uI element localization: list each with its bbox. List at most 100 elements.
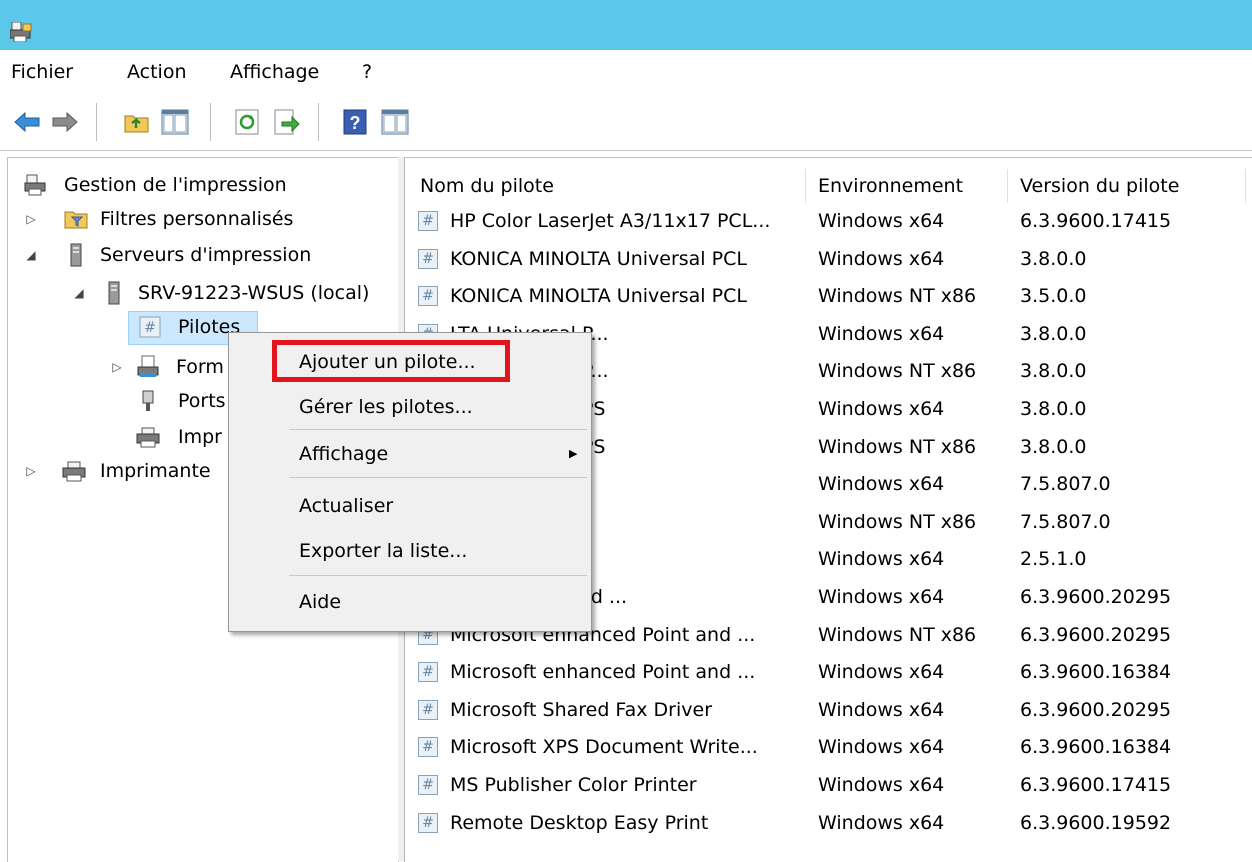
back-arrow-icon[interactable] <box>12 107 42 137</box>
table-row[interactable]: # KONICA MINOLTA Universal PCL Windows NT … <box>414 278 1244 315</box>
driver-name-cell: Microsoft XPS Document Write... <box>450 736 758 759</box>
expand-arrow-icon[interactable]: ▷ <box>24 202 38 236</box>
submenu-arrow-icon: ▶ <box>569 447 578 460</box>
driver-version-cell: 6.3.9600.19592 <box>1020 811 1172 834</box>
environment-cell: Windows NT x86 <box>818 435 977 458</box>
driver-version-cell: 6.3.9600.20295 <box>1020 586 1172 608</box>
expand-arrow-icon[interactable]: ▷ <box>110 350 124 384</box>
table-row[interactable]: # KONICA MINOLTA Universal PCL Windows x64… <box>414 241 1244 278</box>
tree-label: Impr <box>178 426 222 448</box>
tree-label: Serveurs d'impression <box>100 244 312 266</box>
driver-icon: # <box>418 248 438 269</box>
environment-cell: Windows x64 <box>818 811 945 834</box>
toolbar-separator <box>96 103 97 141</box>
environment-cell: Windows x64 <box>818 586 945 608</box>
menu-separator <box>289 429 587 430</box>
filter-folder-icon <box>64 211 88 229</box>
red-highlight-box <box>272 340 510 382</box>
driver-icon: # <box>418 286 438 307</box>
driver-name-cell: Microsoft enhanced Point and ... <box>450 661 756 684</box>
printer-icon <box>136 427 160 448</box>
driver-name-cell: KONICA MINOLTA Universal PCL <box>450 285 747 308</box>
driver-icon: # <box>418 775 438 795</box>
driver-version-cell: 7.5.807.0 <box>1020 473 1111 496</box>
export-list-icon[interactable] <box>272 107 302 137</box>
collapse-arrow-icon[interactable]: ◢ <box>24 238 38 272</box>
menu-item-view[interactable]: Affichage <box>299 437 388 471</box>
menu-item-manage-drivers[interactable]: Gérer les pilotes... <box>299 390 473 424</box>
environment-cell: Windows x64 <box>818 210 945 232</box>
port-icon <box>142 390 154 411</box>
column-header-driver-name[interactable]: Nom du pilote <box>410 169 806 203</box>
driver-name-cell: MS Publisher Color Printer <box>450 774 697 796</box>
refresh-icon[interactable] <box>232 107 262 137</box>
menu-item-export-list[interactable]: Exporter la liste... <box>299 534 467 568</box>
server-icon <box>108 281 120 305</box>
menu-action[interactable]: Action <box>127 58 187 86</box>
printer-icon <box>62 461 86 482</box>
environment-cell: Windows x64 <box>818 774 945 796</box>
svg-text:#: # <box>144 320 156 336</box>
environment-cell: Windows x64 <box>818 473 945 496</box>
menu-bar <box>0 50 1252 94</box>
environment-cell: Windows x64 <box>818 736 945 759</box>
up-folder-icon[interactable] <box>122 107 152 137</box>
driver-version-cell: 2.5.1.0 <box>1020 548 1087 571</box>
environment-cell: Windows x64 <box>818 548 945 571</box>
driver-version-cell: 3.5.0.0 <box>1020 285 1087 308</box>
menu-help[interactable]: ? <box>362 58 372 86</box>
collapse-arrow-icon[interactable]: ◢ <box>72 276 86 310</box>
toolbar-separator <box>318 103 319 141</box>
driver-name-cell: HP Color LaserJet A3/11x17 PCL... <box>450 210 771 232</box>
tree-label: Form <box>176 356 224 378</box>
driver-name-cell: Remote Desktop Easy Print <box>450 811 709 834</box>
menu-item-help[interactable]: Aide <box>299 585 341 619</box>
environment-cell: Windows x64 <box>818 661 945 684</box>
table-row[interactable]: # Microsoft Shared Fax Driver Windows x64 6… <box>414 692 1244 729</box>
environment-cell: Windows x64 <box>818 698 945 721</box>
print-management-icon <box>24 174 46 196</box>
table-row[interactable]: # Remote Desktop Easy Print Windows x64 6.3… <box>414 805 1244 842</box>
column-header-driver-version[interactable]: Version du pilote <box>1010 169 1246 203</box>
column-header-environment[interactable]: Environnement <box>808 169 1008 203</box>
driver-icon: # <box>139 316 161 338</box>
menu-separator <box>289 575 587 576</box>
menu-item-refresh[interactable]: Actualiser <box>299 489 393 523</box>
table-row[interactable]: # HP Color LaserJet A3/11x17 PCL... Window… <box>414 203 1244 240</box>
driver-version-cell: 6.3.9600.17415 <box>1020 210 1172 232</box>
forward-arrow-icon[interactable] <box>50 107 80 137</box>
driver-version-cell: 6.3.9600.20295 <box>1020 623 1172 646</box>
driver-version-cell: 3.8.0.0 <box>1020 435 1087 458</box>
environment-cell: Windows x64 <box>818 322 945 345</box>
driver-version-cell: 3.8.0.0 <box>1020 322 1087 345</box>
table-row[interactable]: # Microsoft enhanced Point and ... Windows… <box>414 654 1244 691</box>
table-row[interactable]: # MS Publisher Color Printer Windows x64 6.… <box>414 767 1244 804</box>
menu-separator <box>289 477 587 478</box>
tree-label: Imprimante <box>100 460 211 482</box>
driver-version-cell: 6.3.9600.17415 <box>1020 774 1172 796</box>
action-pane-icon[interactable] <box>380 107 410 137</box>
tree-label: Ports <box>178 390 226 412</box>
show-hide-tree-icon[interactable] <box>160 107 190 137</box>
tree-label: Gestion de l'impression <box>64 174 287 196</box>
title-bar <box>0 0 1252 50</box>
driver-version-cell: 6.3.9600.16384 <box>1020 736 1172 759</box>
environment-cell: Windows x64 <box>818 398 945 420</box>
driver-name-cell: KONICA MINOLTA Universal PCL <box>450 247 747 270</box>
driver-version-cell: 7.5.807.0 <box>1020 510 1111 533</box>
driver-version-cell: 3.8.0.0 <box>1020 247 1087 270</box>
environment-cell: Windows x64 <box>818 247 945 270</box>
driver-icon: # <box>418 812 438 833</box>
help-icon[interactable]: ? <box>340 107 370 137</box>
driver-icon: # <box>418 699 438 720</box>
menu-fichier[interactable]: Fichier <box>11 58 73 86</box>
driver-icon: # <box>418 211 438 231</box>
expand-arrow-icon[interactable]: ▷ <box>24 454 38 488</box>
environment-cell: Windows NT x86 <box>818 510 977 533</box>
environment-cell: Windows NT x86 <box>818 623 977 646</box>
menu-affichage[interactable]: Affichage <box>230 58 319 86</box>
table-row[interactable]: # Microsoft XPS Document Write... Windows … <box>414 729 1244 766</box>
driver-name-cell: Microsoft Shared Fax Driver <box>450 698 713 721</box>
environment-cell: Windows NT x86 <box>818 285 977 308</box>
driver-version-cell: 6.3.9600.20295 <box>1020 698 1172 721</box>
